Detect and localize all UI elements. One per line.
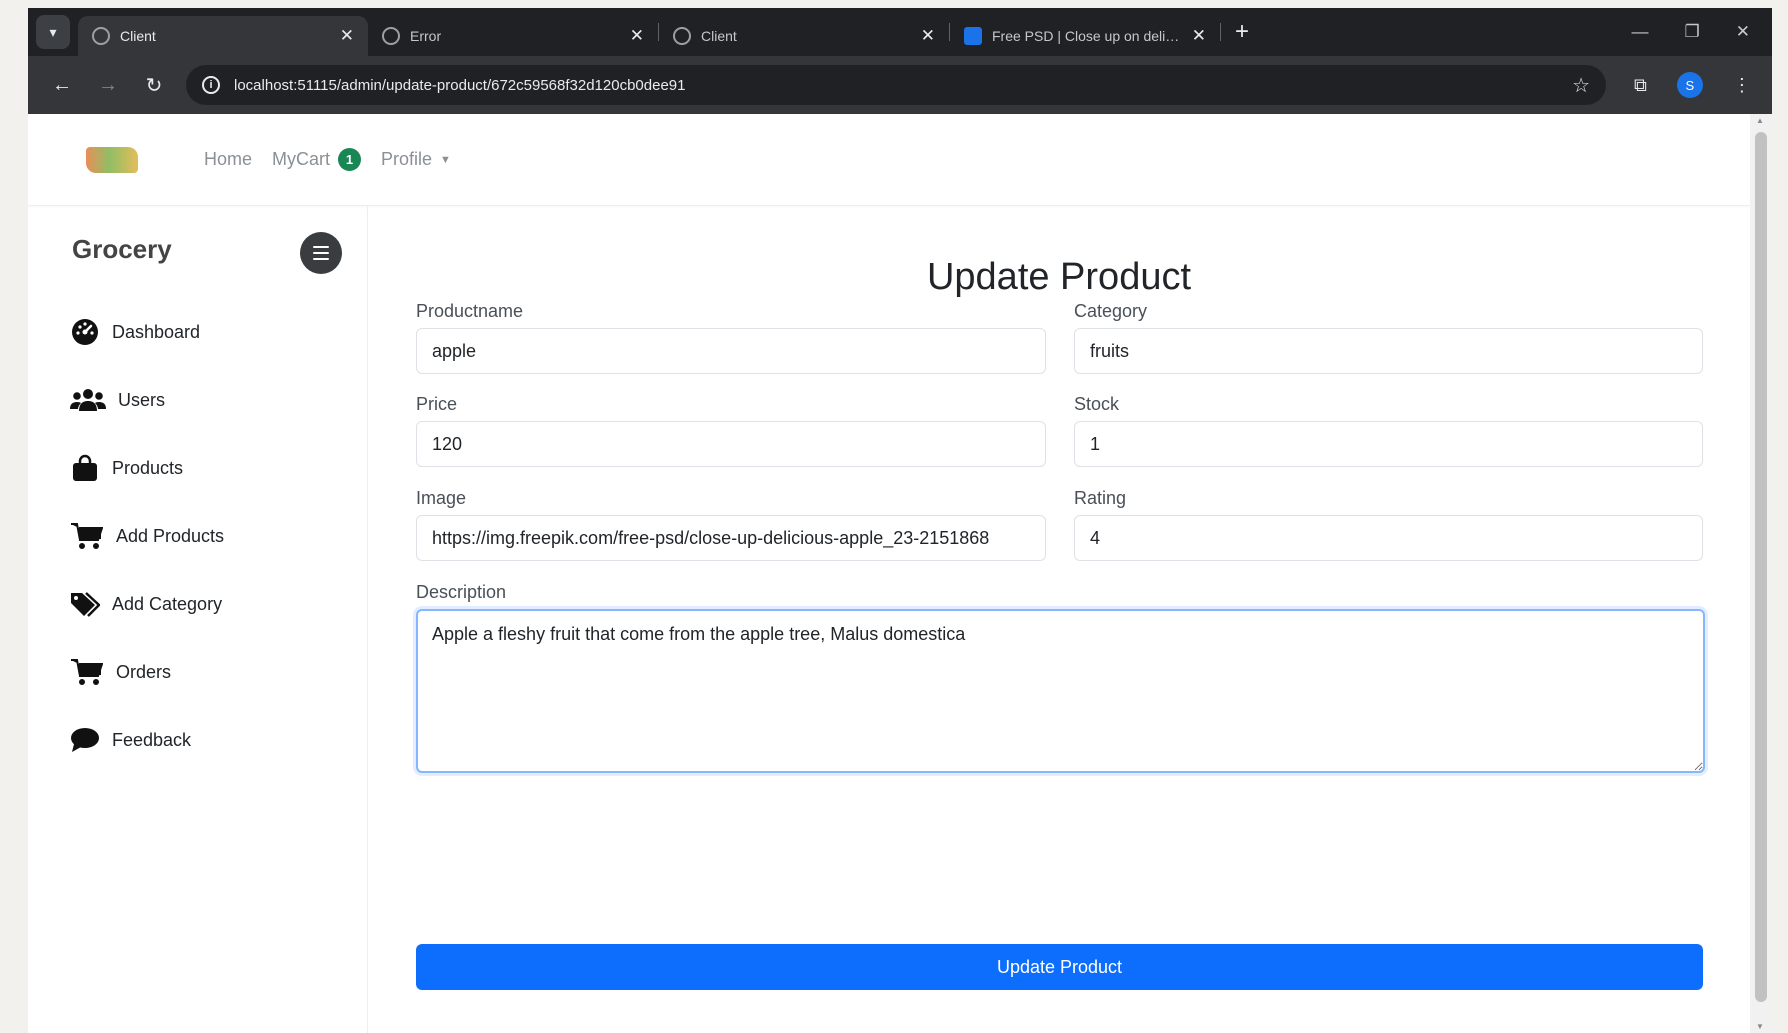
sidebar-item-label: Products xyxy=(112,457,184,478)
tab-client[interactable]: Client ✕ xyxy=(659,16,949,56)
page-scrollbar[interactable]: ▲ ▼ xyxy=(1750,114,1772,1033)
sidebar-item-dashboard[interactable]: Dashboard xyxy=(70,298,224,366)
category-label: Category xyxy=(1074,301,1148,321)
nav-home-link[interactable]: Home xyxy=(204,149,252,170)
stock-label: Stock xyxy=(1074,394,1120,414)
sidebar-item-label: Orders xyxy=(116,661,172,682)
rating-field[interactable] xyxy=(1074,515,1703,561)
category-field[interactable] xyxy=(1074,328,1703,374)
price-field[interactable] xyxy=(416,421,1046,467)
image-url-field[interactable] xyxy=(416,515,1046,561)
description-textarea[interactable]: Apple a fleshy fruit that come from the … xyxy=(416,609,1705,773)
sidebar-item-label: Add Products xyxy=(116,525,225,546)
window-controls: — ❐ ✕ xyxy=(1632,22,1773,42)
url-text: localhost:51115/admin/update-product/672… xyxy=(234,76,686,94)
tab-label: Error xyxy=(410,28,442,44)
page-title: Update Product xyxy=(926,256,1192,298)
tags-icon xyxy=(70,589,100,619)
description-label: Description xyxy=(416,582,507,602)
price-label: Price xyxy=(416,394,458,414)
url-bar[interactable]: i localhost:51115/admin/update-product/6… xyxy=(186,65,1606,105)
tab-search-button[interactable]: ▾ xyxy=(36,15,70,49)
web-page: Home MyCart 1 Profile ▼ Grocery Dashboar… xyxy=(28,114,1750,1033)
forward-arrow-icon[interactable]: → xyxy=(96,74,120,97)
sidebar-title: Grocery xyxy=(72,234,172,264)
image-label: Image xyxy=(416,488,467,508)
document-icon xyxy=(964,27,982,45)
scrollbar-thumb[interactable] xyxy=(1755,132,1767,1002)
sidebar: Grocery Dashboard Users Products Add Pro… xyxy=(28,206,368,1033)
users-icon xyxy=(70,385,106,415)
sidebar-item-label: Dashboard xyxy=(112,321,201,342)
sidebar-item-add-category[interactable]: Add Category xyxy=(70,570,224,638)
nav-mycart-link[interactable]: MyCart 1 xyxy=(272,148,362,171)
sidebar-item-label: Add Category xyxy=(112,593,223,614)
close-icon[interactable]: ✕ xyxy=(921,26,935,46)
globe-icon xyxy=(673,27,691,45)
tab-label: Client xyxy=(120,28,156,44)
bookmark-star-icon[interactable]: ☆ xyxy=(1572,73,1590,98)
scroll-down-arrow-icon[interactable]: ▼ xyxy=(1756,1022,1764,1031)
scroll-up-arrow-icon[interactable]: ▲ xyxy=(1756,116,1764,125)
tab-client-active[interactable]: Client ✕ xyxy=(78,16,368,56)
stock-field[interactable] xyxy=(1074,421,1703,467)
top-navbar: Home MyCart 1 Profile ▼ xyxy=(28,114,1750,206)
caret-down-icon: ▼ xyxy=(440,153,451,166)
cart-count-badge: 1 xyxy=(338,148,362,171)
productname-label: Productname xyxy=(416,301,524,321)
sidebar-item-add-products[interactable]: Add Products xyxy=(70,502,224,570)
shopping-bag-icon xyxy=(70,453,100,483)
update-product-button[interactable]: Update Product xyxy=(416,944,1703,990)
close-window-icon[interactable]: ✕ xyxy=(1736,22,1750,42)
browser-window: ▾ Client ✕ Error ✕ Client ✕ Free PSD | C… xyxy=(28,8,1772,1033)
globe-icon xyxy=(92,27,110,45)
reload-icon[interactable]: ↻ xyxy=(142,73,166,98)
update-product-form: Update Product Productname Category Pric… xyxy=(368,206,1750,1033)
sidebar-item-users[interactable]: Users xyxy=(70,366,224,434)
back-arrow-icon[interactable]: ← xyxy=(50,74,74,97)
sidebar-item-feedback[interactable]: Feedback xyxy=(70,706,224,774)
brand-logo[interactable] xyxy=(86,146,138,173)
sidebar-item-products[interactable]: Products xyxy=(70,434,224,502)
toolbar-right: ⧉ S ⋮ xyxy=(1634,72,1751,98)
extensions-icon[interactable]: ⧉ xyxy=(1634,75,1647,96)
tab-freepik[interactable]: Free PSD | Close up on delicious ✕ xyxy=(950,16,1220,56)
comment-icon xyxy=(70,725,100,755)
tab-bar: ▾ Client ✕ Error ✕ Client ✕ Free PSD | C… xyxy=(28,8,1772,56)
minimize-icon[interactable]: — xyxy=(1632,22,1649,42)
hamburger-menu-icon[interactable] xyxy=(300,232,342,274)
globe-icon xyxy=(382,27,400,45)
profile-avatar[interactable]: S xyxy=(1676,72,1703,98)
profile-label: Profile xyxy=(381,149,433,169)
sidebar-item-label: Users xyxy=(118,389,166,410)
cart-icon xyxy=(70,657,104,687)
tab-error[interactable]: Error ✕ xyxy=(368,16,658,56)
close-icon[interactable]: ✕ xyxy=(630,26,644,46)
tab-label: Free PSD | Close up on delicious xyxy=(992,28,1184,44)
site-info-icon[interactable]: i xyxy=(202,76,220,94)
dashboard-icon xyxy=(70,317,100,347)
more-menu-icon[interactable]: ⋮ xyxy=(1733,75,1751,96)
cart-icon xyxy=(70,521,104,551)
restore-icon[interactable]: ❐ xyxy=(1685,22,1700,42)
mycart-label: MyCart xyxy=(272,149,331,169)
nav-profile-dropdown[interactable]: Profile ▼ xyxy=(381,149,451,170)
sidebar-item-orders[interactable]: Orders xyxy=(70,638,224,706)
address-bar: ← → ↻ i localhost:51115/admin/update-pro… xyxy=(28,56,1772,114)
close-icon[interactable]: ✕ xyxy=(1192,26,1206,46)
sidebar-menu: Dashboard Users Products Add Products Ad… xyxy=(70,298,224,774)
close-icon[interactable]: ✕ xyxy=(340,26,354,46)
tab-label: Client xyxy=(701,28,737,44)
new-tab-button[interactable]: + xyxy=(1235,18,1249,46)
tab-divider xyxy=(1220,23,1221,41)
rating-label: Rating xyxy=(1074,488,1127,508)
productname-field[interactable] xyxy=(416,328,1046,374)
sidebar-item-label: Feedback xyxy=(112,729,192,750)
